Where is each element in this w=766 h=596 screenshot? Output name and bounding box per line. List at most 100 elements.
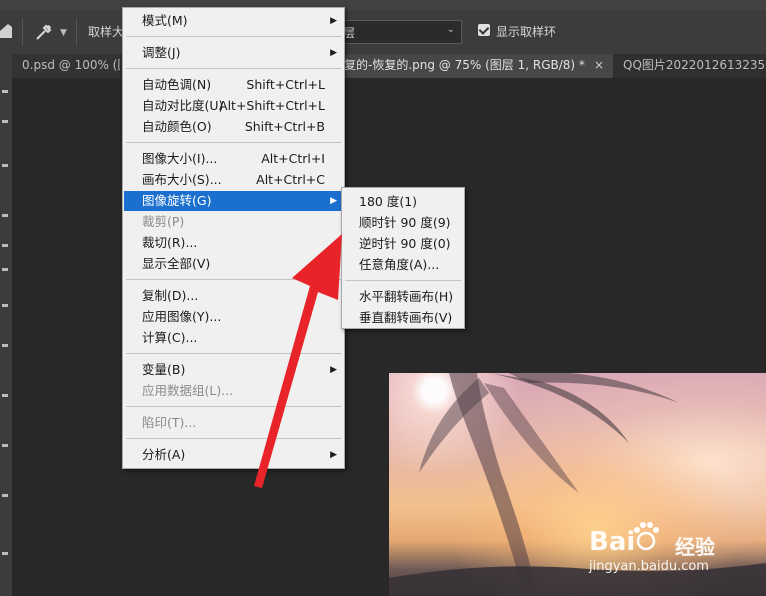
tab-document-3[interactable]: QQ图片20220126132352.pn bbox=[612, 54, 766, 78]
menu-item-shortcut: Alt+Ctrl+I bbox=[261, 151, 325, 166]
close-icon[interactable]: × bbox=[594, 54, 604, 76]
menu-separator bbox=[126, 406, 341, 407]
menu-item-label: 调整(J) bbox=[142, 45, 181, 60]
tool-icon[interactable] bbox=[2, 90, 8, 93]
menu-item-mode[interactable]: 模式(M) ▶ bbox=[124, 11, 343, 31]
menu-item-label: 显示全部(V) bbox=[142, 256, 211, 271]
tool-icon[interactable] bbox=[2, 304, 8, 307]
menubar bbox=[0, 0, 766, 10]
tool-icon[interactable] bbox=[2, 494, 8, 497]
menu-separator bbox=[345, 280, 461, 281]
menu-item-label: 垂直翻转画布(V) bbox=[359, 310, 453, 325]
submenu-arrow-icon: ▶ bbox=[330, 196, 337, 206]
menu-item-shortcut: Shift+Ctrl+B bbox=[244, 119, 325, 134]
palm-tree-silhouette bbox=[389, 373, 766, 596]
toolbar-divider bbox=[22, 18, 23, 46]
menu-item-shortcut: Shift+Ctrl+L bbox=[246, 77, 325, 92]
image-menu: 模式(M) ▶ 调整(J) ▶ 自动色调(N) Shift+Ctrl+L 自动对… bbox=[122, 7, 345, 469]
menu-item-label: 模式(M) bbox=[142, 13, 188, 28]
menu-separator bbox=[126, 353, 341, 354]
menu-item-image-rotation[interactable]: 图像旋转(G) ▶ bbox=[124, 191, 343, 211]
menu-item-label: 画布大小(S)... bbox=[142, 172, 222, 187]
menu-item-label: 水平翻转画布(H) bbox=[359, 289, 454, 304]
menu-item-label: 180 度(1) bbox=[359, 194, 418, 209]
menu-item-label: 裁剪(P) bbox=[142, 214, 185, 229]
tab-document-active[interactable]: 恢复的-恢复的.png @ 75% (图层 1, RGB/8) * × bbox=[322, 54, 612, 78]
submenu-item-rotate-180[interactable]: 180 度(1) bbox=[343, 191, 463, 212]
menu-item-label: 图像大小(I)... bbox=[142, 151, 218, 166]
menu-item-canvas-size[interactable]: 画布大小(S)... Alt+Ctrl+C bbox=[124, 170, 343, 190]
menu-item-adjustments[interactable]: 调整(J) ▶ bbox=[124, 43, 343, 63]
home-icon[interactable] bbox=[0, 22, 12, 40]
menu-item-label: 复制(D)... bbox=[142, 288, 199, 303]
menu-item-variables[interactable]: 变量(B) ▶ bbox=[124, 360, 343, 380]
menu-item-label: 计算(C)... bbox=[142, 330, 198, 345]
tools-panel bbox=[0, 54, 13, 596]
menu-item-apply-image[interactable]: 应用图像(Y)... bbox=[124, 307, 343, 327]
menu-item-label: 自动色调(N) bbox=[142, 77, 212, 92]
menu-item-auto-contrast[interactable]: 自动对比度(U) Alt+Shift+Ctrl+L bbox=[124, 96, 343, 116]
menu-separator bbox=[126, 279, 341, 280]
sample-layer-select[interactable]: 层 ⌄ bbox=[336, 20, 462, 44]
menu-separator bbox=[126, 68, 341, 69]
show-ring-checkbox[interactable] bbox=[478, 24, 490, 36]
menu-item-analysis[interactable]: 分析(A) ▶ bbox=[124, 445, 343, 465]
menu-separator bbox=[126, 438, 341, 439]
eyedropper-icon[interactable] bbox=[34, 22, 54, 42]
menu-item-label: 应用图像(Y)... bbox=[142, 309, 222, 324]
sample-size-label: 取样大 bbox=[88, 25, 125, 39]
menu-item-shortcut: Alt+Ctrl+C bbox=[256, 172, 325, 187]
menu-item-label: 陷印(T)... bbox=[142, 415, 197, 430]
menu-item-apply-data-set: 应用数据组(L)... bbox=[124, 381, 343, 401]
menu-item-label: 分析(A) bbox=[142, 447, 186, 462]
menu-item-label: 自动颜色(O) bbox=[142, 119, 212, 134]
submenu-item-flip-horizontal[interactable]: 水平翻转画布(H) bbox=[343, 286, 463, 307]
tool-icon[interactable] bbox=[2, 164, 8, 167]
document-image: Bai 经验 jingyan.baidu.com bbox=[389, 373, 766, 596]
menu-item-label: 顺时针 90 度(9) bbox=[359, 215, 451, 230]
submenu-item-flip-vertical[interactable]: 垂直翻转画布(V) bbox=[343, 307, 463, 328]
menu-item-auto-tone[interactable]: 自动色调(N) Shift+Ctrl+L bbox=[124, 75, 343, 95]
submenu-item-rotate-90-cw[interactable]: 顺时针 90 度(9) bbox=[343, 212, 463, 233]
tool-icon[interactable] bbox=[2, 214, 8, 217]
menu-item-reveal-all[interactable]: 显示全部(V) bbox=[124, 254, 343, 274]
tool-icon[interactable] bbox=[2, 244, 8, 247]
menu-separator bbox=[126, 36, 341, 37]
tab-label: QQ图片20220126132352.pn bbox=[623, 58, 766, 72]
menu-item-label: 自动对比度(U) bbox=[142, 98, 224, 113]
menu-item-image-size[interactable]: 图像大小(I)... Alt+Ctrl+I bbox=[124, 149, 343, 169]
tab-document-1[interactable]: 0.psd @ 100% (图 bbox=[12, 54, 120, 78]
menu-item-label: 应用数据组(L)... bbox=[142, 383, 234, 398]
menu-item-auto-color[interactable]: 自动颜色(O) Shift+Ctrl+B bbox=[124, 117, 343, 137]
menu-separator bbox=[126, 142, 341, 143]
menu-item-crop: 裁剪(P) bbox=[124, 212, 343, 232]
tool-icon[interactable] bbox=[2, 552, 8, 555]
menu-item-trap: 陷印(T)... bbox=[124, 413, 343, 433]
submenu-item-arbitrary[interactable]: 任意角度(A)... bbox=[343, 254, 463, 275]
chevron-down-icon: ⌄ bbox=[446, 24, 455, 35]
submenu-arrow-icon: ▶ bbox=[330, 16, 337, 26]
menu-item-label: 裁切(R)... bbox=[142, 235, 198, 250]
menu-item-calculations[interactable]: 计算(C)... bbox=[124, 328, 343, 348]
submenu-arrow-icon: ▶ bbox=[330, 48, 337, 58]
watermark-url: jingyan.baidu.com bbox=[589, 559, 709, 574]
menu-item-trim[interactable]: 裁切(R)... bbox=[124, 233, 343, 253]
image-rotation-submenu: 180 度(1) 顺时针 90 度(9) 逆时针 90 度(0) 任意角度(A)… bbox=[341, 187, 465, 329]
menu-item-label: 图像旋转(G) bbox=[142, 193, 212, 208]
tool-icon[interactable] bbox=[2, 120, 8, 123]
tool-icon[interactable] bbox=[2, 394, 8, 397]
toolbar-divider bbox=[76, 18, 77, 46]
tool-icon[interactable] bbox=[2, 268, 8, 271]
tab-label: 恢复的-恢复的.png @ 75% (图层 1, RGB/8) * bbox=[332, 58, 585, 72]
submenu-arrow-icon: ▶ bbox=[330, 365, 337, 375]
menu-item-shortcut: Alt+Shift+Ctrl+L bbox=[219, 98, 325, 113]
paw-logo-icon bbox=[634, 522, 659, 551]
show-ring-label: 显示取样环 bbox=[496, 25, 557, 39]
tool-icon[interactable] bbox=[2, 344, 8, 347]
options-bar: ▼ 取样大 层 ⌄ 显示取样环 bbox=[0, 10, 766, 55]
tool-icon[interactable] bbox=[2, 444, 8, 447]
chevron-down-icon[interactable]: ▼ bbox=[60, 28, 67, 38]
menu-item-duplicate[interactable]: 复制(D)... bbox=[124, 286, 343, 306]
submenu-item-rotate-90-ccw[interactable]: 逆时针 90 度(0) bbox=[343, 233, 463, 254]
submenu-arrow-icon: ▶ bbox=[330, 450, 337, 460]
